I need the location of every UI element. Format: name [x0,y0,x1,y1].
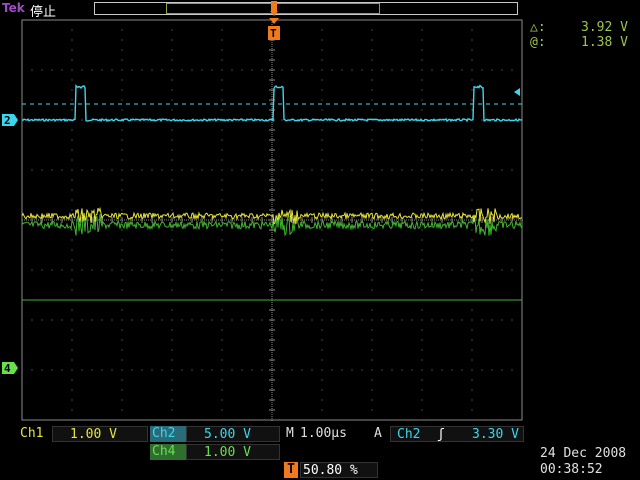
screen-background [0,0,640,480]
ch2-scale[interactable]: 5.00 V [186,426,280,442]
ch1-label[interactable]: Ch1 [18,426,45,442]
trigger-mode: A [374,426,382,441]
ch4-marker-label: 4 [4,362,11,375]
record-trigger-marker [270,1,278,16]
delta-symbol: △: [530,20,546,35]
timebase-label: M [286,426,294,441]
trigger-position-icon: T [284,462,298,478]
ch4-label[interactable]: Ch4 [150,444,186,460]
run-state-label: 停止 [30,5,57,20]
trigger-slope-icon: ʃ [437,427,445,442]
trigger-settings[interactable]: Ch2 ʃ 3.30 V [390,426,524,442]
delta-value: 3.92 V [581,20,628,35]
ch4-scale[interactable]: 1.00 V [186,444,280,460]
date-display: 24 Dec 2008 [540,446,627,461]
ch2-marker-label: 2 [4,114,11,127]
status-area: Ch1 1.00 V Ch2 5.00 V Ch4 1.00 V M 1.00µ… [0,424,640,480]
trigger-marker-label: T [270,27,277,40]
at-value: 1.38 V [581,35,628,50]
brand-logo: Tek [2,1,25,15]
at-symbol: @: [530,35,546,50]
timebase-value[interactable]: 1.00µs [298,426,349,442]
ch1-scale[interactable]: 1.00 V [52,426,148,442]
time-display: 00:38:52 [540,462,603,477]
trigger-level-value: 3.30 V [472,427,519,442]
waveform-display: 2 4 T [0,0,640,480]
ch2-label[interactable]: Ch2 [150,426,186,442]
trigger-position-value[interactable]: 50.80 % [300,462,378,478]
trigger-source: Ch2 [397,427,421,442]
cursor-readout: △: 3.92 V @: 1.38 V [530,20,640,50]
